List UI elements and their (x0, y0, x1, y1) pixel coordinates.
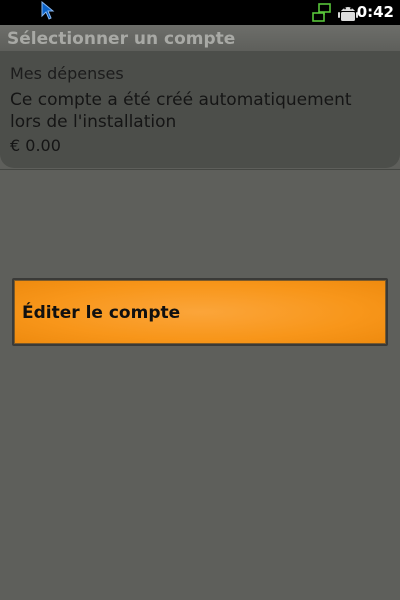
list-divider (0, 169, 400, 170)
account-name: Mes dépenses (10, 64, 124, 83)
page-title: Sélectionner un compte (7, 29, 236, 49)
account-description: Ce compte a été créé automatiquement lor… (10, 90, 352, 132)
network-icon (312, 3, 332, 27)
cursor-icon (41, 0, 57, 25)
account-list-item[interactable]: Mes dépenses Ce compte a été créé automa… (0, 51, 400, 168)
edit-account-menu-item[interactable]: Éditer le compte (12, 278, 388, 346)
edit-account-label: Éditer le compte (22, 303, 181, 323)
status-clock: 0:42 (356, 3, 394, 21)
title-bar: Sélectionner un compte (0, 25, 400, 51)
account-amount: € 0.00 (10, 136, 61, 155)
status-bar: 0:42 (0, 0, 400, 25)
